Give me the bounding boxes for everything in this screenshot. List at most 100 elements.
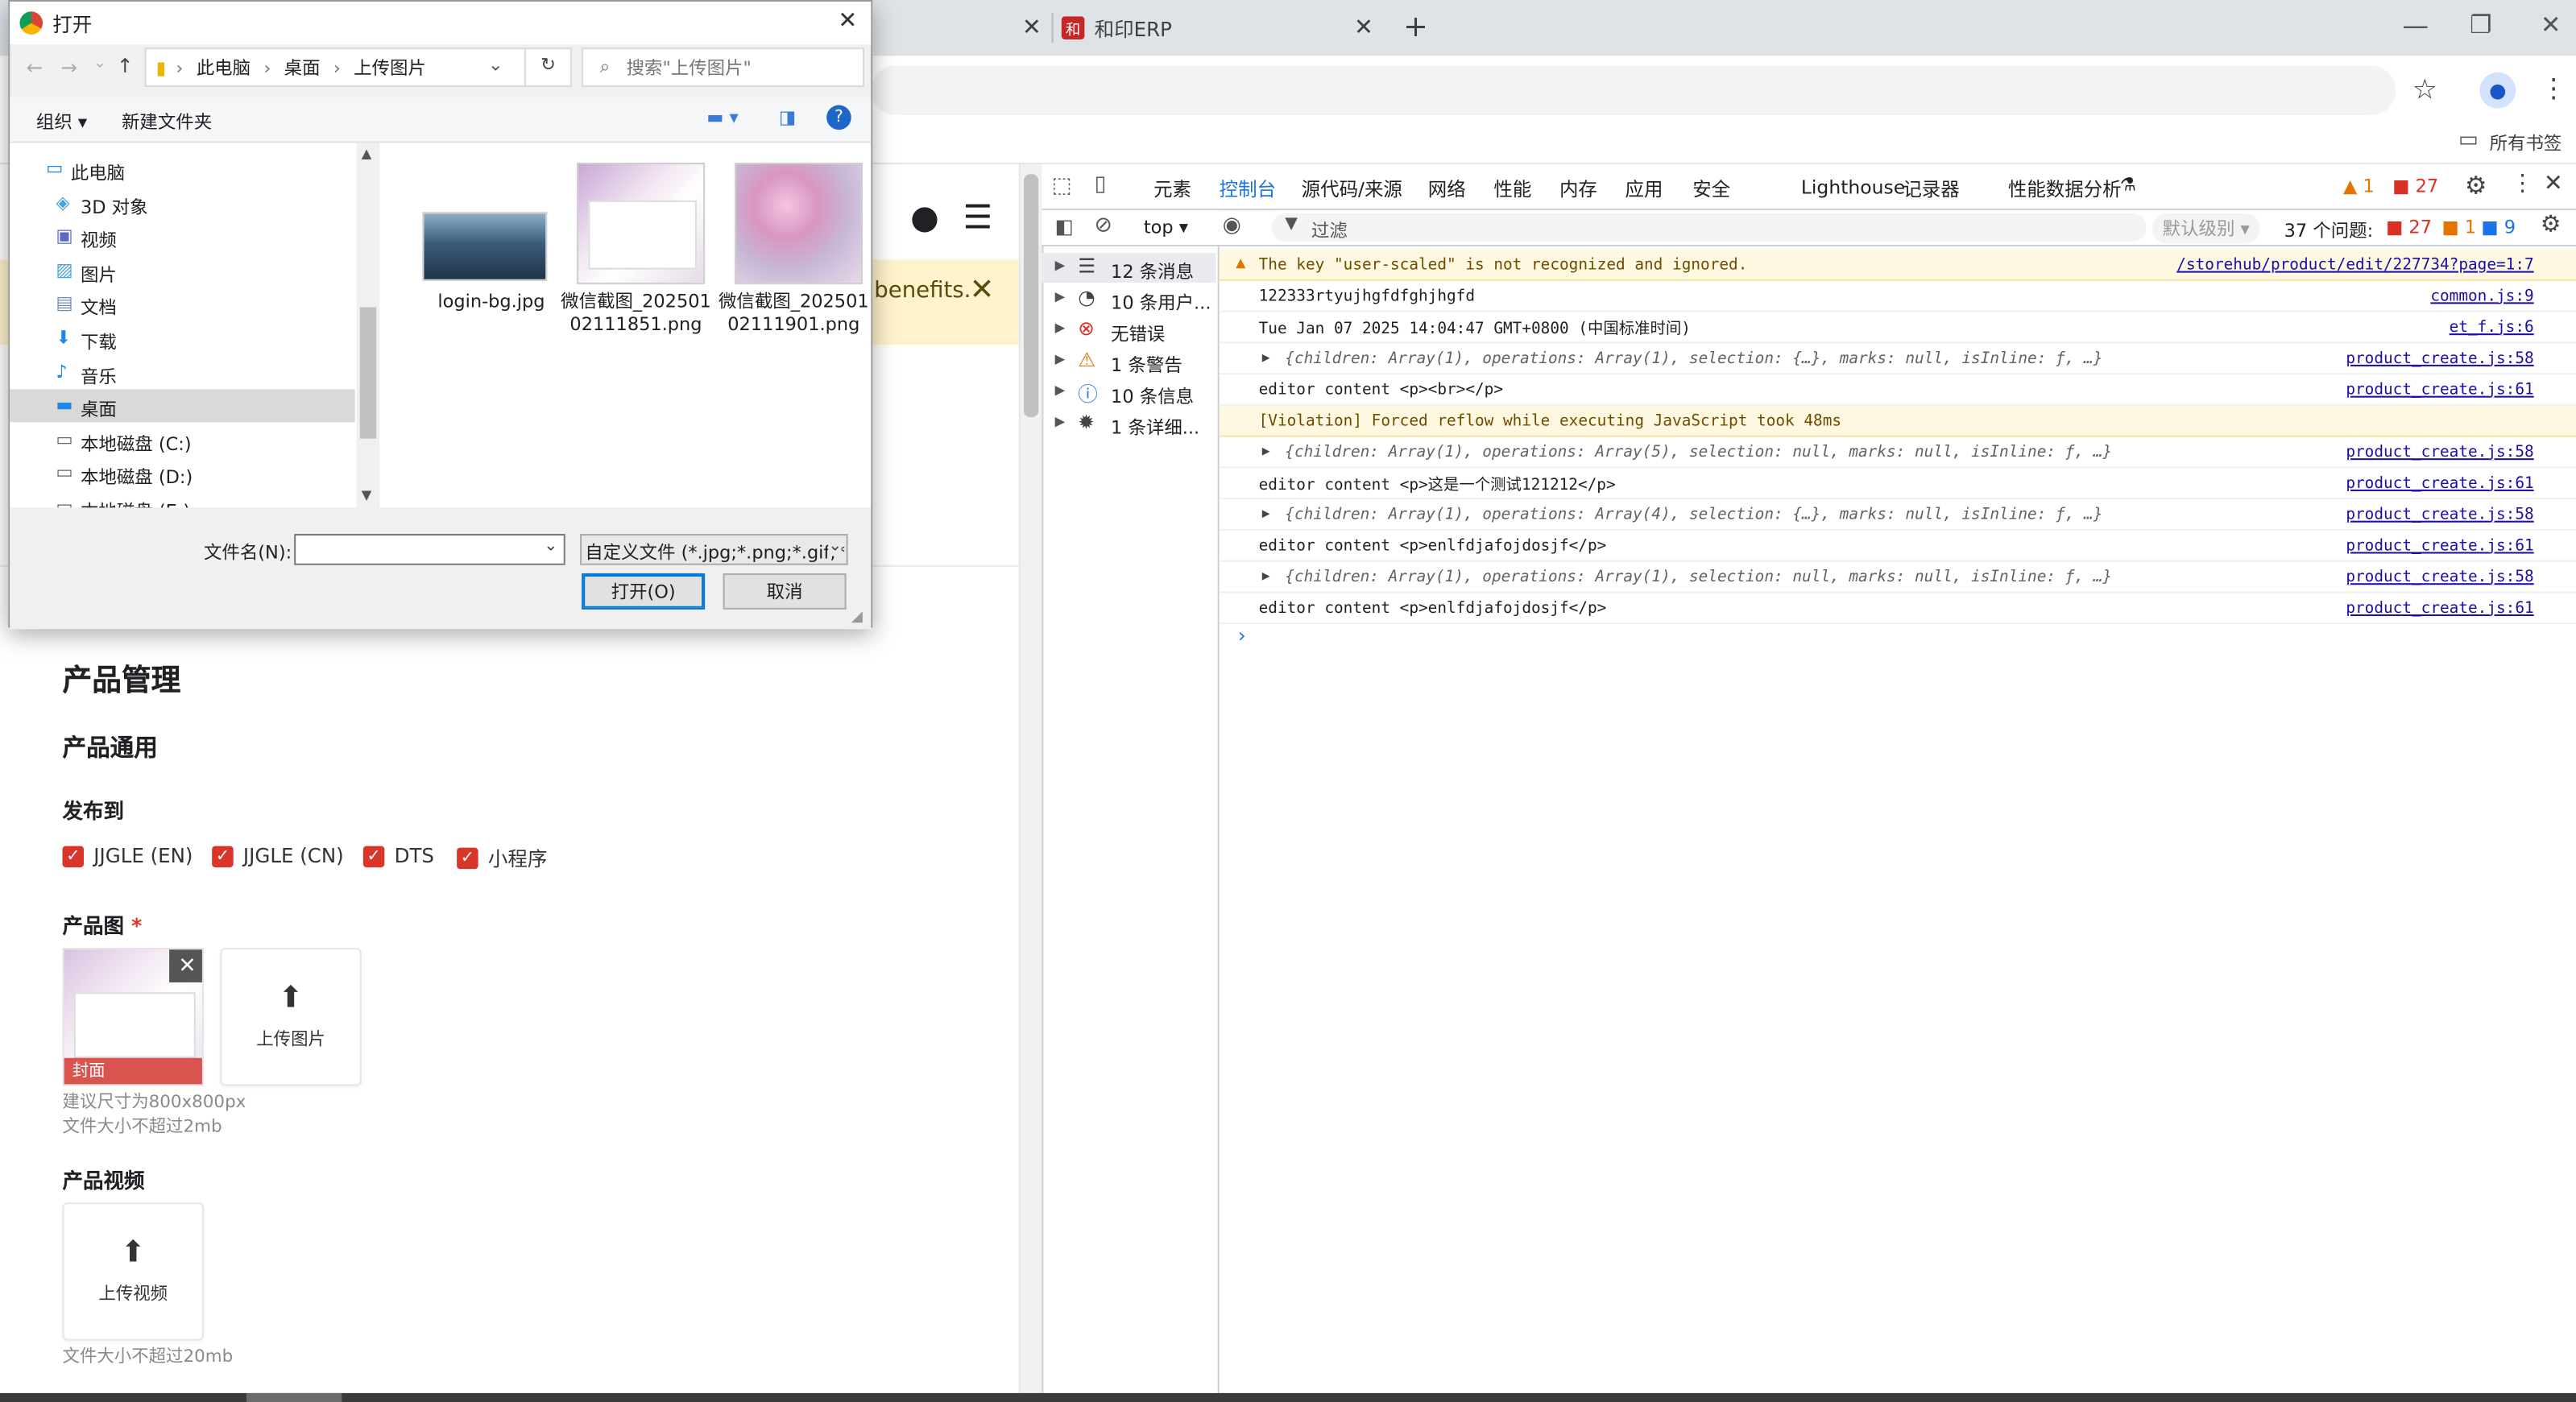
console-sidebar-item[interactable]: ▶ ⊗ 无错误 [1042, 316, 1216, 345]
devtools-tab[interactable]: 网络 [1428, 176, 1466, 202]
help-icon[interactable]: ? [826, 105, 851, 130]
filename-input[interactable]: ⌄ [294, 534, 565, 565]
user-icon[interactable]: ● [910, 197, 939, 237]
breadcrumb-item[interactable]: 桌面 [284, 54, 321, 81]
device-toolbar-icon[interactable]: ▯ [1095, 172, 1107, 197]
upload-image-button[interactable]: ⬆ 上传图片 [220, 948, 362, 1086]
back-arrow-icon[interactable]: ← [27, 56, 43, 79]
checkbox-checked-icon[interactable]: ✓ [457, 847, 478, 870]
console-message-text[interactable]: {children: Array(1), operations: Array(5… [1285, 443, 2112, 461]
devtools-tab[interactable]: 记录器 [1903, 176, 1959, 202]
close-window-icon[interactable]: ✕ [2541, 10, 2562, 39]
console-source-link[interactable]: et_f.js:6 [2450, 318, 2534, 336]
close-dialog-icon[interactable]: ✕ [838, 8, 857, 35]
scroll-up-icon[interactable]: ▲ [362, 147, 372, 161]
tree-item[interactable]: ▭ 本地磁盘 (D:) [10, 457, 354, 490]
refresh-icon[interactable]: ↻ [540, 54, 556, 76]
breadcrumb-item[interactable]: 上传图片 [354, 54, 426, 81]
console-sidebar-item[interactable]: ▶ ☰ 12 条消息 [1042, 253, 1216, 283]
browser-tab-erp[interactable]: 和 和印ERP ✕ [1061, 0, 1390, 56]
new-tab-button[interactable]: + [1403, 10, 1428, 44]
tree-item[interactable]: ▭ 本地磁盘 (C:) [10, 424, 354, 457]
scrollbar-thumb[interactable] [1023, 174, 1039, 418]
error-count-badge[interactable]: ■ 27 [2392, 176, 2438, 197]
preview-pane-icon[interactable]: ◨ [779, 107, 796, 129]
scroll-down-icon[interactable]: ▼ [362, 488, 372, 502]
checkbox-checked-icon[interactable]: ✓ [62, 845, 85, 867]
minimize-icon[interactable]: — [2402, 10, 2429, 41]
console-source-link[interactable]: product_create.js:58 [2346, 349, 2533, 367]
remove-image-icon[interactable]: ✕ [169, 949, 202, 982]
console-source-link[interactable]: /storehub/product/edit/227734?page=1:7 [2176, 255, 2533, 273]
filetype-select[interactable]: 自定义文件 (*.jpg;*.png;*.gif;*. ⌄ [580, 534, 848, 565]
scroll-thumb-horizontal[interactable] [246, 1392, 342, 1402]
console-source-link[interactable]: product_create.js:58 [2346, 505, 2533, 523]
console-source-link[interactable]: product_create.js:61 [2346, 380, 2533, 398]
devtools-tab[interactable]: 元素 [1153, 176, 1191, 202]
search-input[interactable]: ⌕ 搜索"上传图片" [582, 48, 865, 88]
resize-grip-icon[interactable]: ◢ [851, 610, 863, 626]
tree-scrollbar[interactable]: ▲ ▼ [356, 143, 380, 508]
up-arrow-icon[interactable]: ↑ [117, 54, 134, 77]
profile-avatar-icon[interactable]: ● [2479, 72, 2516, 109]
tree-item[interactable]: ▣ 视频 [10, 221, 354, 254]
menu-kebab-icon[interactable]: ⋮ [2541, 72, 2567, 104]
console-source-link[interactable]: common.js:9 [2430, 287, 2533, 304]
file-item[interactable]: login-bg.jpg [409, 159, 548, 324]
tree-item[interactable]: ▨ 图片 [10, 254, 354, 287]
filter-input[interactable]: ▼ 过滤 [1271, 213, 2147, 242]
console-source-link[interactable]: product_create.js:61 [2346, 474, 2533, 492]
all-bookmarks-label[interactable]: 所有书签 [2490, 130, 2562, 156]
console-source-link[interactable]: product_create.js:61 [2346, 599, 2533, 617]
expand-arrow-icon[interactable]: ▶ [1055, 289, 1066, 304]
console-message-text[interactable]: {children: Array(1), operations: Array(1… [1285, 349, 2102, 367]
expand-arrow-icon[interactable]: ▶ [1262, 506, 1270, 520]
console-source-link[interactable]: product_create.js:58 [2346, 443, 2533, 461]
open-button[interactable]: 打开(O) [582, 573, 706, 610]
console-source-link[interactable]: product_create.js:61 [2346, 536, 2533, 554]
expand-arrow-icon[interactable]: ▶ [1262, 350, 1270, 365]
breadcrumb-item[interactable]: 此电脑 [197, 54, 251, 81]
forward-arrow-icon[interactable]: → [60, 56, 77, 79]
console-message-text[interactable]: {children: Array(1), operations: Array(1… [1285, 568, 2112, 585]
publish-checkbox-en[interactable]: ✓ JJGLE (EN) [62, 845, 193, 867]
chevron-down-icon[interactable]: ⌄ [828, 537, 843, 556]
context-selector[interactable]: top ▾ [1144, 217, 1188, 238]
hamburger-menu-icon[interactable]: ☰ [963, 197, 992, 237]
tree-item[interactable]: ▤ 文档 [10, 288, 354, 321]
expand-arrow-icon[interactable]: ▶ [1055, 321, 1066, 335]
devtools-tab[interactable]: 应用 [1626, 176, 1663, 202]
publish-checkbox-dts[interactable]: ✓ DTS [362, 845, 434, 867]
devtools-tab[interactable]: 内存 [1559, 176, 1597, 202]
close-icon[interactable]: ✕ [1022, 14, 1042, 41]
page-scrollbar[interactable] [1018, 164, 1042, 1393]
console-sidebar-item[interactable]: ▶ ⚠ 1 条警告 [1042, 346, 1216, 376]
console-prompt[interactable]: › [1236, 624, 1248, 647]
close-devtools-icon[interactable]: ✕ [2544, 171, 2563, 197]
file-item[interactable]: 微信截图_20250102111901.png [719, 159, 869, 373]
devtools-tab[interactable]: 源代码/来源 [1302, 176, 1402, 202]
warning-count-badge[interactable]: ▲ 1 [2343, 176, 2375, 197]
expand-arrow-icon[interactable]: ▶ [1055, 414, 1066, 428]
tree-item[interactable]: ◈ 3D 对象 [10, 187, 354, 220]
issues-warning-badge[interactable]: ■ 1 [2441, 217, 2476, 238]
expand-arrow-icon[interactable]: ▶ [1055, 352, 1066, 366]
star-icon[interactable]: ☆ [2412, 74, 2437, 107]
devtools-tab[interactable]: 性能 [1493, 176, 1531, 202]
file-item[interactable]: 微信截图_20250102111851.png [561, 159, 711, 373]
tree-item[interactable]: ▭ 此电脑 [10, 153, 354, 186]
expand-arrow-icon[interactable]: ▶ [1262, 444, 1270, 458]
address-bar[interactable] [871, 65, 2396, 115]
devtools-more-icon[interactable]: ⋮ [2511, 171, 2534, 197]
chevron-down-icon[interactable]: ⌄ [544, 537, 557, 555]
expand-arrow-icon[interactable]: ▶ [1262, 569, 1270, 583]
console-source-link[interactable]: product_create.js:58 [2346, 568, 2533, 585]
publish-checkbox-miniapp[interactable]: ✓ 小程序 [457, 845, 547, 873]
expand-arrow-icon[interactable]: ▶ [1055, 383, 1066, 397]
console-sidebar-item[interactable]: ▶ ◔ 10 条用户... [1042, 284, 1216, 314]
cancel-button[interactable]: 取消 [723, 573, 847, 610]
issues-error-badge[interactable]: ■ 27 [2386, 217, 2432, 238]
inspect-element-icon[interactable]: ⬚ [1052, 174, 1072, 199]
issues-info-badge[interactable]: ■ 9 [2481, 217, 2516, 238]
console-sidebar-item[interactable]: ▶ ⓘ 10 条信息 [1042, 378, 1216, 407]
